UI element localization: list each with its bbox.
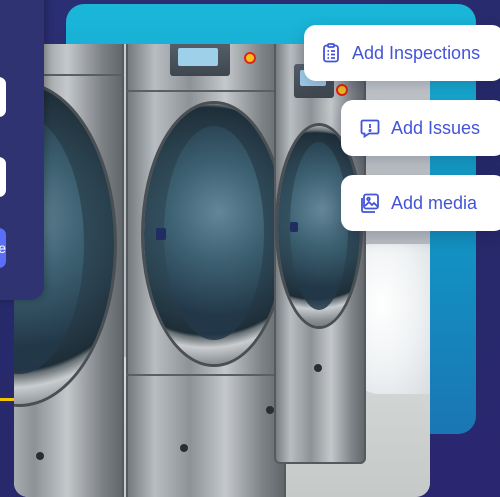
image-gallery-icon [359, 192, 381, 214]
photo-panel-screen [178, 48, 218, 66]
add-inspections-button[interactable]: Add Inspections [304, 25, 500, 81]
photo-vent [266, 406, 274, 414]
add-issues-button[interactable]: Add Issues [341, 100, 500, 156]
photo-vent [314, 364, 322, 372]
alert-speech-icon [359, 117, 381, 139]
modal-submit-button[interactable]: e [0, 228, 6, 268]
photo-knob [244, 52, 256, 64]
side-modal-panel: × e [0, 0, 44, 300]
add-media-label: Add media [391, 192, 478, 213]
photo-vent [36, 452, 44, 460]
accent-underline [0, 398, 14, 401]
photo-dryer-middle [126, 44, 286, 497]
add-media-button[interactable]: Add media [341, 175, 500, 231]
modal-input-field[interactable] [0, 157, 6, 197]
add-inspections-label: Add Inspections [352, 42, 481, 63]
add-issues-label: Add Issues [391, 117, 481, 138]
modal-input-field[interactable] [0, 77, 6, 117]
clipboard-list-icon [320, 42, 342, 64]
photo-control-panel [170, 44, 230, 76]
photo-door-glass [164, 126, 264, 340]
photo-seam [126, 90, 286, 92]
photo-door-handle [156, 228, 166, 240]
photo-door-glass [290, 142, 348, 310]
photo-vent [180, 444, 188, 452]
photo-door-handle [290, 222, 298, 232]
photo-dryer-door [144, 104, 284, 364]
photo-knob [336, 84, 348, 96]
photo-seam [126, 374, 286, 376]
